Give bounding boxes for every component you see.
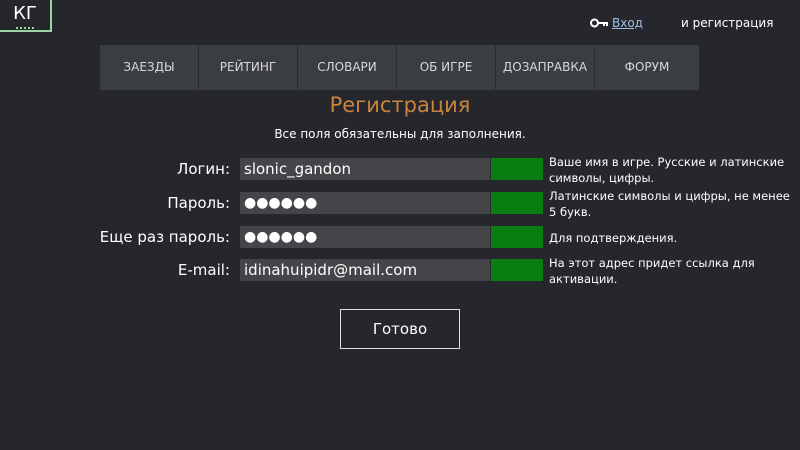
register-link[interactable]: и регистрация xyxy=(681,16,773,30)
email-status-indicator xyxy=(491,259,543,281)
nav-item-forum[interactable]: ФОРУМ xyxy=(595,45,699,90)
nav-item-about[interactable]: ОБ ИГРЕ xyxy=(397,45,496,90)
email-label: E-mail: xyxy=(177,261,230,279)
logo-underline-decoration xyxy=(16,24,34,29)
logo-text: КГ xyxy=(13,3,37,24)
nav-item-refuel[interactable]: ДОЗАПРАВКА xyxy=(496,45,595,90)
password-repeat-hint: Для подтверждения. xyxy=(549,231,678,245)
password-row: Пароль: Латинские символы и цифры, не ме… xyxy=(0,189,800,219)
email-hint: На этот адрес придет ссылка для активаци… xyxy=(549,256,755,286)
page-subtitle: Все поля обязательны для заполнения. xyxy=(274,127,526,141)
key-icon xyxy=(590,18,608,28)
nav-item-rating[interactable]: РЕЙТИНГ xyxy=(199,45,298,90)
password-hint: Латинские символы и цифры, не менее 5 бу… xyxy=(549,189,790,219)
main-nav: ЗАЕЗДЫ РЕЙТИНГ СЛОВАРИ ОБ ИГРЕ ДОЗАПРАВК… xyxy=(100,45,699,90)
login-label: Логин: xyxy=(177,160,230,178)
password-status-indicator xyxy=(491,192,543,214)
password-repeat-label: Еще раз пароль: xyxy=(99,228,230,246)
submit-button[interactable]: Готово xyxy=(340,309,460,349)
password-input[interactable] xyxy=(240,192,490,214)
page-title: Регистрация xyxy=(329,93,471,117)
email-input[interactable] xyxy=(240,259,490,281)
password-repeat-input[interactable] xyxy=(240,226,490,248)
password-repeat-status-indicator xyxy=(491,226,543,248)
site-logo[interactable]: КГ xyxy=(0,0,52,32)
login-hint: Ваше имя в игре. Русские и латинские сим… xyxy=(549,155,785,185)
password-repeat-row: Еще раз пароль: Для подтверждения. xyxy=(0,226,800,250)
nav-item-races[interactable]: ЗАЕЗДЫ xyxy=(100,45,199,90)
password-label: Пароль: xyxy=(167,194,230,212)
nav-item-dictionaries[interactable]: СЛОВАРИ xyxy=(298,45,397,90)
login-link[interactable]: Вход xyxy=(612,16,643,30)
auth-links: Вход и регистрация xyxy=(590,16,773,30)
login-input[interactable] xyxy=(240,158,490,180)
login-row: Логин: Ваше имя в игре. Русские и латинс… xyxy=(0,155,800,185)
login-status-indicator xyxy=(491,158,543,180)
email-row: E-mail: На этот адрес придет ссылка для … xyxy=(0,256,800,286)
